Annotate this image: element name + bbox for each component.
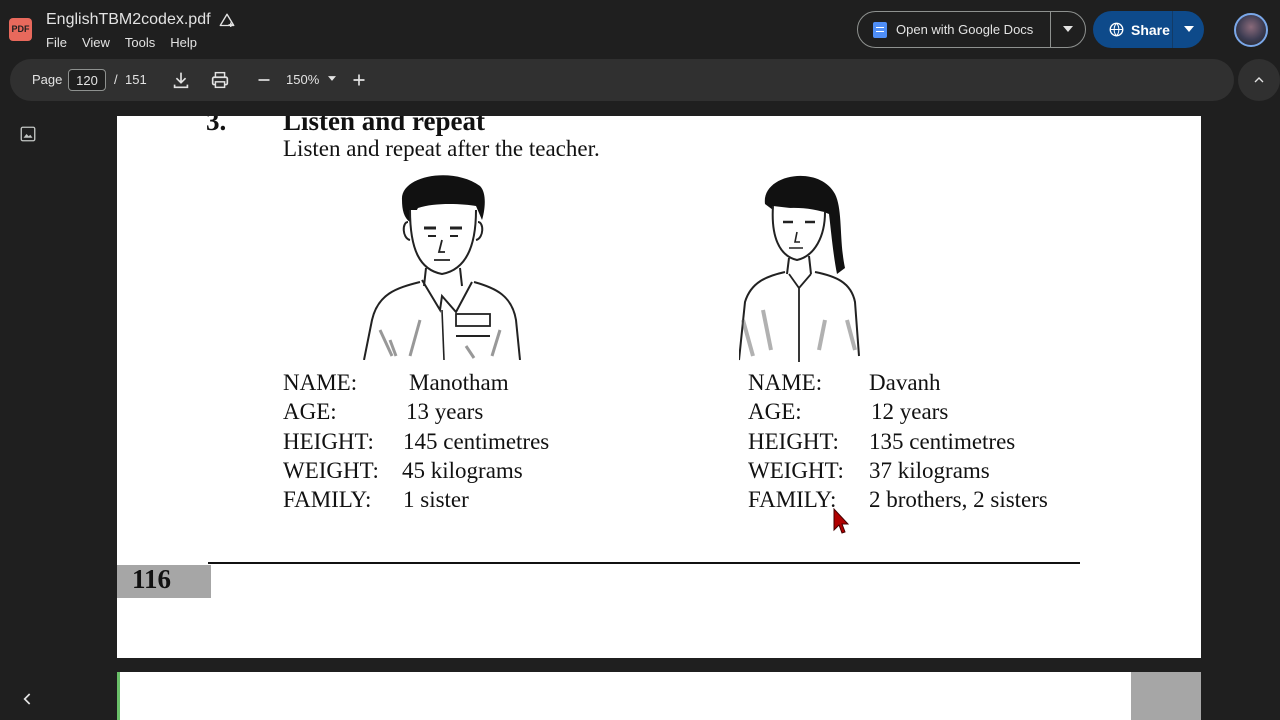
profile-label: NAME: [748, 370, 823, 395]
profile-value: 45 kilograms [402, 457, 523, 483]
print-icon[interactable] [209, 69, 231, 91]
menu-help[interactable]: Help [170, 35, 197, 50]
minus-icon[interactable] [253, 69, 275, 91]
instruction-text: Listen and repeat after the teacher. [283, 136, 600, 161]
profile-value: 135 centimetres [869, 428, 1016, 454]
page-number-input[interactable] [68, 69, 106, 91]
section-number: 3. [206, 116, 227, 136]
menu-tools[interactable]: Tools [125, 35, 155, 50]
profile-label: AGE: [283, 399, 337, 425]
add-to-drive-icon[interactable] [218, 12, 236, 30]
open-with-docs-button-group: Open with Google Docs [857, 11, 1086, 48]
profile-label: FAMILY: [283, 487, 372, 513]
share-button[interactable]: Share [1093, 11, 1173, 48]
profile-value: 13 years [406, 399, 484, 425]
open-with-docs-label: Open with Google Docs [896, 22, 1034, 37]
caret-down-icon [1063, 26, 1073, 32]
girl-illustration [739, 175, 860, 362]
profile-label: HEIGHT: [748, 428, 839, 454]
menu-bar: File View Tools Help [46, 35, 212, 50]
collapse-toolbar-button[interactable] [1238, 59, 1280, 101]
profile-label: FAMILY: [748, 487, 837, 513]
account-avatar[interactable] [1234, 13, 1268, 47]
profile-value: 1 sister [403, 487, 469, 513]
app-bar: PDF EnglishTBM2codex.pdf File View Tools… [0, 0, 1280, 58]
boy-illustration [363, 175, 521, 360]
pdf-page: 3. Listen and repeat Listen and repeat a… [117, 116, 1201, 658]
profile-label: WEIGHT: [748, 457, 844, 483]
page-number: 116 [132, 564, 172, 594]
share-dropdown-button[interactable] [1173, 24, 1204, 35]
profile-value: 2 brothers, 2 sisters [869, 487, 1048, 513]
pdf-file-icon: PDF [9, 18, 32, 41]
zoom-level[interactable]: 150% [286, 72, 319, 87]
mouse-cursor-icon [833, 508, 849, 534]
profile-value: Manotham [409, 370, 509, 395]
page-separator: / [114, 72, 118, 87]
footer-rule [208, 562, 1080, 564]
section-title: Listen and repeat [283, 116, 486, 136]
open-with-docs-button[interactable]: Open with Google Docs [858, 12, 1051, 47]
file-name[interactable]: EnglishTBM2codex.pdf [46, 11, 211, 29]
menu-view[interactable]: View [82, 35, 110, 50]
profile-value: 12 years [871, 399, 949, 425]
page-number-box: 116 [117, 564, 211, 598]
next-page-margin-box [1131, 672, 1201, 720]
next-pdf-page [117, 672, 1201, 720]
zoom-dropdown-icon[interactable] [328, 73, 336, 83]
chevron-left-icon[interactable] [18, 689, 38, 709]
plus-icon[interactable] [348, 69, 370, 91]
profile-value: Davanh [869, 370, 941, 395]
share-label: Share [1131, 21, 1170, 38]
menu-file[interactable]: File [46, 35, 67, 50]
open-with-dropdown-button[interactable] [1051, 24, 1085, 35]
profile-label: NAME: [283, 370, 358, 395]
download-icon[interactable] [170, 69, 192, 91]
globe-icon [1109, 22, 1124, 37]
pdf-toolbar: Page / 151 150% [10, 59, 1234, 101]
page-label: Page [32, 72, 63, 87]
google-docs-icon [873, 21, 887, 38]
profile-value: 145 centimetres [403, 428, 550, 454]
profile-label: HEIGHT: [283, 428, 374, 454]
caret-down-icon [1183, 26, 1194, 32]
profile-label: AGE: [748, 399, 802, 425]
chevron-up-icon [1254, 77, 1264, 83]
profile-value: 37 kilograms [869, 457, 990, 483]
page-total: 151 [125, 72, 147, 87]
image-icon[interactable] [19, 125, 37, 143]
profile-label: WEIGHT: [283, 457, 379, 483]
share-button-group: Share [1093, 11, 1204, 48]
